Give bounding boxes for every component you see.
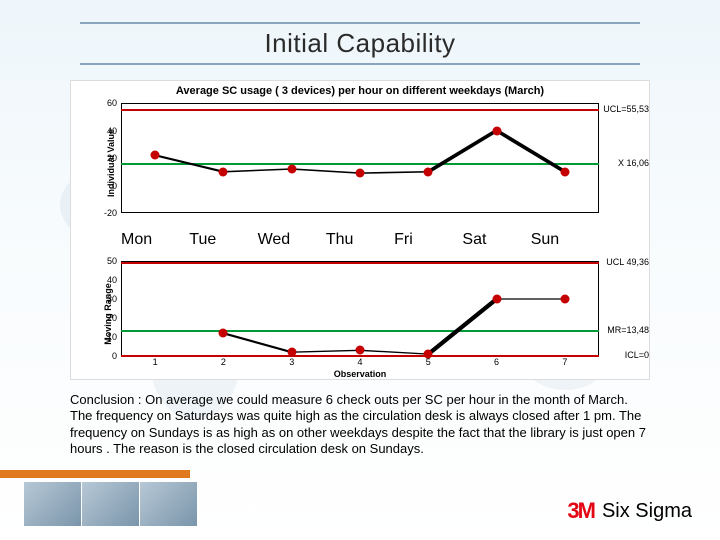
data-point xyxy=(151,151,160,160)
data-point xyxy=(219,329,228,338)
data-point xyxy=(424,167,433,176)
ucl-label: UCL=55,53 xyxy=(603,104,649,114)
data-point xyxy=(287,165,296,174)
day-label: Wed xyxy=(258,231,326,255)
chart-panel: Average SC usage ( 3 devices) per hour o… xyxy=(70,80,650,380)
data-point xyxy=(492,126,501,135)
footer-photo-strip xyxy=(24,482,198,526)
slide: Initial Capability Average SC usage ( 3 … xyxy=(0,0,720,540)
ytick: 20 xyxy=(95,153,117,163)
ytick: 0 xyxy=(95,351,117,361)
page-title: Initial Capability xyxy=(80,22,640,65)
moving-range-plot: Moving Range 0 10 20 30 40 50 UCL 49,36 … xyxy=(121,261,599,356)
ytick: 60 xyxy=(95,98,117,108)
data-point xyxy=(492,295,501,304)
lcl-label: ICL=0 xyxy=(625,350,649,360)
brand-logo: 3M xyxy=(567,498,594,524)
ytick: 0 xyxy=(95,181,117,191)
series-line xyxy=(121,261,599,356)
ytick: 40 xyxy=(95,275,117,285)
conclusion-text: Conclusion : On average we could measure… xyxy=(70,392,650,457)
day-label: Tue xyxy=(189,231,257,255)
x-tick-row: 1 2 3 4 5 6 7 xyxy=(121,357,599,367)
data-point xyxy=(560,295,569,304)
accent-bar xyxy=(0,470,190,478)
data-point xyxy=(356,169,365,178)
day-label: Mon xyxy=(121,231,189,255)
day-label: Thu xyxy=(326,231,394,255)
data-point xyxy=(287,348,296,357)
xtick: 6 xyxy=(462,357,530,367)
chart-title: Average SC usage ( 3 devices) per hour o… xyxy=(71,81,649,99)
day-label: Fri xyxy=(394,231,462,255)
ytick: 20 xyxy=(95,313,117,323)
ytick: -20 xyxy=(95,208,117,218)
data-point xyxy=(356,346,365,355)
individual-value-plot: Individual Value -20 0 20 40 60 UCL=55,5… xyxy=(121,103,599,213)
xtick: 3 xyxy=(258,357,326,367)
ytick: 40 xyxy=(95,126,117,136)
mr-mean-label: MR=13,48 xyxy=(607,325,649,335)
xtick: 2 xyxy=(189,357,257,367)
ytick: 10 xyxy=(95,332,117,342)
x-axis-label: Observation xyxy=(71,369,649,379)
footer-branding: 3M Six Sigma xyxy=(567,498,692,524)
ytick: 50 xyxy=(95,256,117,266)
series-line xyxy=(121,103,599,213)
day-label: Sat xyxy=(462,231,530,255)
xtick: 5 xyxy=(394,357,462,367)
ytick: 30 xyxy=(95,294,117,304)
data-point xyxy=(560,167,569,176)
xtick: 4 xyxy=(326,357,394,367)
data-point xyxy=(219,167,228,176)
xtick: 7 xyxy=(531,357,599,367)
ucl-label: UCL 49,36 xyxy=(606,257,649,267)
xtick: 1 xyxy=(121,357,189,367)
mean-label: X 16,06 xyxy=(618,158,649,168)
day-label: Sun xyxy=(531,231,599,255)
program-name: Six Sigma xyxy=(602,500,692,523)
weekday-overlay: Mon Tue Wed Thu Fri Sat Sun xyxy=(121,231,599,255)
